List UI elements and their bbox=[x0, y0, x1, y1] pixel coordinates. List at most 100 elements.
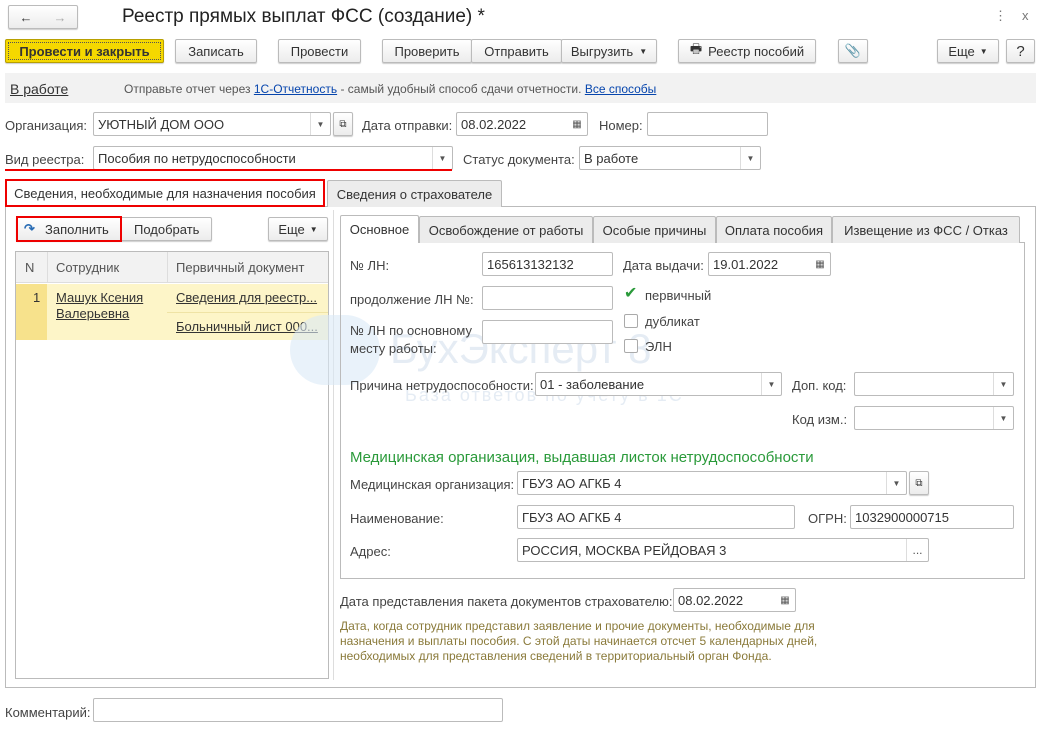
extra-label: Доп. код: bbox=[792, 378, 847, 393]
doc-status-field[interactable]: В работе ▼ bbox=[579, 146, 761, 170]
attachment-button[interactable]: 📎 bbox=[838, 39, 868, 63]
org-field[interactable]: УЮТНЫЙ ДОМ ООО ▼ bbox=[93, 112, 331, 136]
check-button[interactable]: Проверить bbox=[382, 39, 472, 63]
row-employee-link[interactable]: Машук Ксения Валерьевна bbox=[56, 290, 161, 322]
send-date-field[interactable]: 08.02.2022 ▦ bbox=[456, 112, 588, 136]
subtab-notice[interactable]: Извещение из ФСС / Отказ bbox=[832, 216, 1020, 243]
name-field[interactable]: ГБУЗ АО АГКБ 4 bbox=[517, 505, 795, 529]
addr-field[interactable]: РОССИЯ, МОСКВА РЕЙДОВАЯ 3... bbox=[517, 538, 929, 562]
change-label: Код изм.: bbox=[792, 412, 848, 427]
number-field[interactable] bbox=[647, 112, 768, 136]
duplicate-checkbox[interactable] bbox=[624, 314, 638, 328]
reporting-link[interactable]: 1С-Отчетность bbox=[254, 82, 337, 96]
kind-underline-highlight bbox=[5, 169, 452, 171]
chevron-down-icon[interactable]: ▼ bbox=[993, 407, 1013, 429]
page-title: Реестр прямых выплат ФСС (создание) * bbox=[122, 6, 485, 27]
comment-label: Комментарий: bbox=[5, 705, 91, 720]
calendar-icon[interactable]: ▦ bbox=[775, 589, 795, 611]
post-and-close-button[interactable]: Провести и закрыть bbox=[5, 39, 164, 63]
col-employee[interactable]: Сотрудник bbox=[56, 260, 119, 275]
ogrn-label: ОГРН: bbox=[808, 511, 847, 526]
chevron-down-icon: ▼ bbox=[979, 46, 988, 56]
med-label: Медицинская организация: bbox=[350, 477, 515, 492]
send-date-label: Дата отправки: bbox=[362, 118, 453, 133]
doc-status-label: Статус документа: bbox=[463, 152, 575, 167]
send-button[interactable]: Отправить bbox=[471, 39, 562, 63]
primary-label: первичный bbox=[645, 288, 712, 303]
close-icon[interactable]: x bbox=[1022, 8, 1029, 23]
menu-icon[interactable]: ⋮ bbox=[994, 8, 1007, 24]
chevron-down-icon[interactable]: ▼ bbox=[310, 113, 330, 135]
extra-field[interactable]: ▼ bbox=[854, 372, 1014, 396]
status-link[interactable]: В работе bbox=[10, 81, 68, 97]
all-methods-link[interactable]: Все способы bbox=[585, 82, 657, 96]
chevron-down-icon[interactable]: ▼ bbox=[761, 373, 781, 395]
col-doc[interactable]: Первичный документ bbox=[176, 260, 304, 275]
eln-checkbox[interactable] bbox=[624, 339, 638, 353]
primary-checkbox[interactable]: ✔ bbox=[624, 286, 638, 302]
kind-value: Пособия по нетрудоспособности bbox=[98, 150, 296, 166]
export-button[interactable]: Выгрузить ▼ bbox=[561, 39, 657, 63]
row-marker bbox=[16, 284, 47, 340]
back-icon[interactable]: ← bbox=[20, 10, 33, 25]
left-more-label: Еще bbox=[278, 221, 305, 237]
send-date-value: 08.02.2022 bbox=[461, 116, 527, 132]
tab-insurer-info[interactable]: Сведения о страхователе bbox=[327, 180, 502, 207]
subtab-payment[interactable]: Оплата пособия bbox=[716, 216, 832, 243]
col-n[interactable]: N bbox=[25, 260, 34, 275]
med-value: ГБУЗ АО АГКБ 4 bbox=[522, 475, 622, 491]
post-button[interactable]: Провести bbox=[278, 39, 361, 63]
more-label: Еще bbox=[948, 43, 975, 59]
chevron-down-icon: ▼ bbox=[309, 224, 318, 234]
open-icon[interactable]: ⧉ bbox=[333, 112, 353, 136]
row-doc1-link[interactable]: Сведения для реестр... bbox=[176, 290, 317, 305]
ellipsis-icon[interactable]: ... bbox=[906, 539, 928, 561]
table-row[interactable]: 1 Машук Ксения Валерьевна Сведения для р… bbox=[16, 284, 328, 340]
med-field[interactable]: ГБУЗ АО АГКБ 4 ▼ bbox=[517, 471, 907, 495]
more-button[interactable]: Еще ▼ bbox=[937, 39, 999, 63]
ln-field[interactable]: 165613132132 bbox=[482, 252, 613, 276]
comment-field[interactable] bbox=[93, 698, 503, 722]
org-value: УЮТНЫЙ ДОМ ООО bbox=[98, 116, 225, 132]
cont-label: продолжение ЛН №: bbox=[350, 292, 474, 307]
paperclip-icon: 📎 bbox=[844, 43, 862, 58]
row-n: 1 bbox=[33, 290, 41, 305]
registry-button[interactable]: 🖶 Реестр пособий bbox=[678, 39, 816, 63]
employees-table: N Сотрудник Первичный документ 1 Машук К… bbox=[15, 251, 329, 679]
info-text-1: Отправьте отчет через bbox=[124, 82, 251, 96]
forward-icon[interactable]: → bbox=[54, 10, 67, 25]
eln-label: ЭЛН bbox=[645, 339, 672, 354]
pick-button[interactable]: Подобрать bbox=[134, 222, 199, 237]
chevron-down-icon[interactable]: ▼ bbox=[886, 472, 906, 494]
chevron-down-icon[interactable]: ▼ bbox=[993, 373, 1013, 395]
left-more-button[interactable]: Еще ▼ bbox=[268, 217, 328, 241]
splitter[interactable] bbox=[333, 210, 334, 680]
subtab-special[interactable]: Особые причины bbox=[593, 216, 716, 243]
change-field[interactable]: ▼ bbox=[854, 406, 1014, 430]
cont-field[interactable] bbox=[482, 286, 613, 310]
med-section-header: Медицинская организация, выдавшая листок… bbox=[350, 449, 814, 466]
chevron-down-icon[interactable]: ▼ bbox=[740, 147, 760, 169]
kind-label: Вид реестра: bbox=[5, 152, 85, 167]
info-text-2: - самый удобный способ сдачи отчетности. bbox=[340, 82, 582, 96]
calendar-icon[interactable]: ▦ bbox=[810, 253, 830, 275]
reason-label: Причина нетрудоспособности: bbox=[350, 378, 534, 393]
kind-field[interactable]: Пособия по нетрудоспособности ▼ bbox=[93, 146, 453, 170]
main-ln-field[interactable] bbox=[482, 320, 613, 344]
reason-value: 01 - заболевание bbox=[540, 376, 645, 392]
package-date-field[interactable]: 08.02.2022 ▦ bbox=[673, 588, 796, 612]
help-button[interactable]: ? bbox=[1006, 39, 1035, 63]
open-icon[interactable]: ⧉ bbox=[909, 471, 929, 495]
calendar-icon[interactable]: ▦ bbox=[567, 113, 587, 135]
reason-field[interactable]: 01 - заболевание ▼ bbox=[535, 372, 782, 396]
package-date-value: 08.02.2022 bbox=[678, 592, 744, 608]
save-button[interactable]: Записать bbox=[175, 39, 257, 63]
main-ln-label: № ЛН по основному месту работы: bbox=[350, 323, 473, 356]
chevron-down-icon[interactable]: ▼ bbox=[432, 147, 452, 169]
issue-label: Дата выдачи: bbox=[623, 258, 704, 273]
issue-field[interactable]: 19.01.2022 ▦ bbox=[708, 252, 831, 276]
ogrn-field[interactable]: 1032900000715 bbox=[850, 505, 1014, 529]
registry-label: Реестр пособий bbox=[708, 43, 805, 59]
subtab-release[interactable]: Освобождение от работы bbox=[419, 216, 593, 243]
subtab-main[interactable]: Основное bbox=[340, 215, 419, 243]
